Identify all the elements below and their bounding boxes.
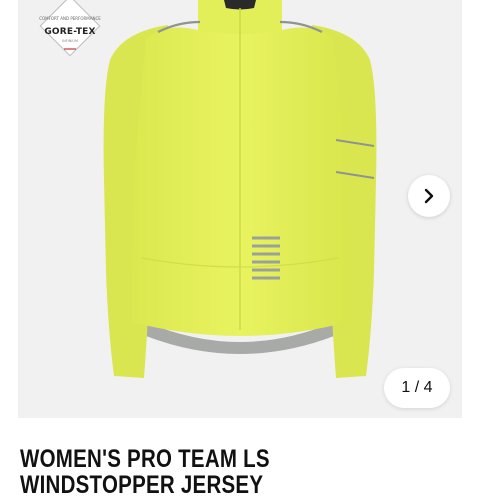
badge-tagline: COMFORT AND PERFORMANCE (39, 16, 101, 21)
gore-tex-badge: COMFORT AND PERFORMANCE GORE-TEX INFINIU… (36, 0, 104, 60)
badge-brand: GORE-TEX (44, 27, 96, 37)
product-image (103, 0, 377, 378)
product-title-line2: WINDSTOPPER JERSEY (20, 471, 264, 499)
product-title: WOMEN'S PRO TEAM LS WINDSTOPPER JERSEY (20, 446, 446, 498)
next-image-button[interactable] (408, 175, 450, 217)
chevron-right-icon (424, 188, 434, 204)
badge-fine-print: INFINIUM (62, 39, 78, 43)
product-title-line1: WOMEN'S PRO TEAM LS (20, 445, 270, 473)
product-image-gallery[interactable]: COMFORT AND PERFORMANCE GORE-TEX INFINIU… (18, 0, 462, 418)
image-counter: 1 / 4 (384, 368, 450, 408)
